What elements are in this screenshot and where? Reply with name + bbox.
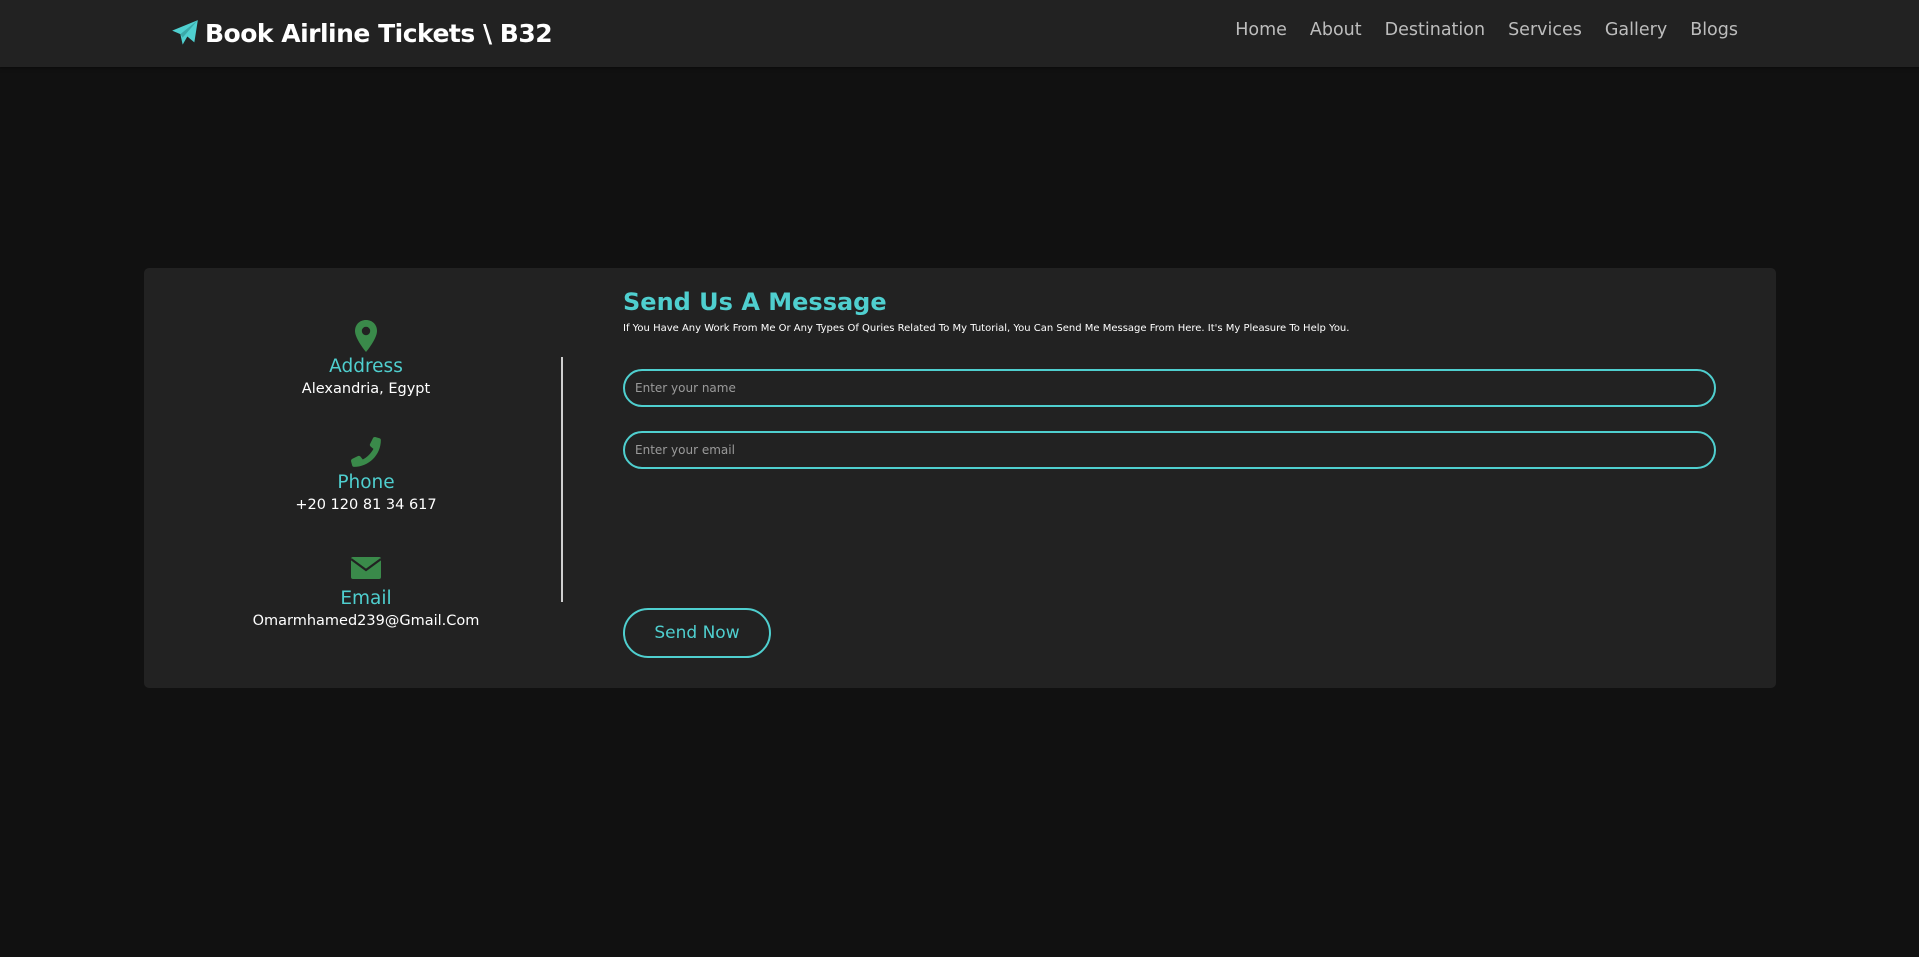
- name-input[interactable]: [623, 369, 1716, 407]
- message-form: Send Us A Message If You Have Any Work F…: [623, 268, 1723, 688]
- nav-item-destination[interactable]: Destination: [1385, 20, 1485, 40]
- nav-item-services[interactable]: Services: [1508, 20, 1582, 40]
- envelope-icon: [350, 557, 382, 579]
- contact-info: Address Alexandria, Egypt Phone +20 120 …: [144, 268, 562, 688]
- brand-logo[interactable]: Book Airline Tickets \ B32: [171, 14, 553, 52]
- phone-value: +20 120 81 34 617: [295, 497, 437, 513]
- nav-menu: Home About Destination Services Gallery …: [1235, 20, 1738, 40]
- vertical-divider: [561, 357, 563, 602]
- nav-item-home[interactable]: Home: [1235, 20, 1287, 40]
- nav-item-blogs[interactable]: Blogs: [1690, 20, 1738, 40]
- address-info: Address Alexandria, Egypt: [144, 319, 588, 399]
- email-input[interactable]: [623, 431, 1716, 469]
- email-info: Email Omarmhamed239@Gmail.Com: [144, 551, 588, 631]
- address-value: Alexandria, Egypt: [301, 381, 431, 397]
- paper-plane-icon: [172, 20, 198, 45]
- email-value: Omarmhamed239@Gmail.Com: [252, 613, 480, 629]
- brand-title: Book Airline Tickets \ B32: [205, 18, 553, 48]
- contact-card: Address Alexandria, Egypt Phone +20 120 …: [144, 268, 1776, 688]
- phone-info: Phone +20 120 81 34 617: [144, 435, 588, 515]
- form-subtitle: If You Have Any Work From Me Or Any Type…: [623, 323, 1350, 334]
- nav-item-gallery[interactable]: Gallery: [1605, 20, 1667, 40]
- send-now-button[interactable]: Send Now: [623, 608, 771, 658]
- email-label: Email: [340, 588, 392, 609]
- phone-label: Phone: [337, 472, 395, 493]
- nav-item-about[interactable]: About: [1310, 20, 1362, 40]
- navbar: Book Airline Tickets \ B32 Home About De…: [0, 0, 1919, 67]
- map-marker-icon: [355, 320, 377, 352]
- message-textarea[interactable]: [623, 487, 1716, 577]
- phone-icon: [351, 437, 381, 467]
- address-label: Address: [329, 356, 403, 377]
- form-title: Send Us A Message: [623, 288, 887, 316]
